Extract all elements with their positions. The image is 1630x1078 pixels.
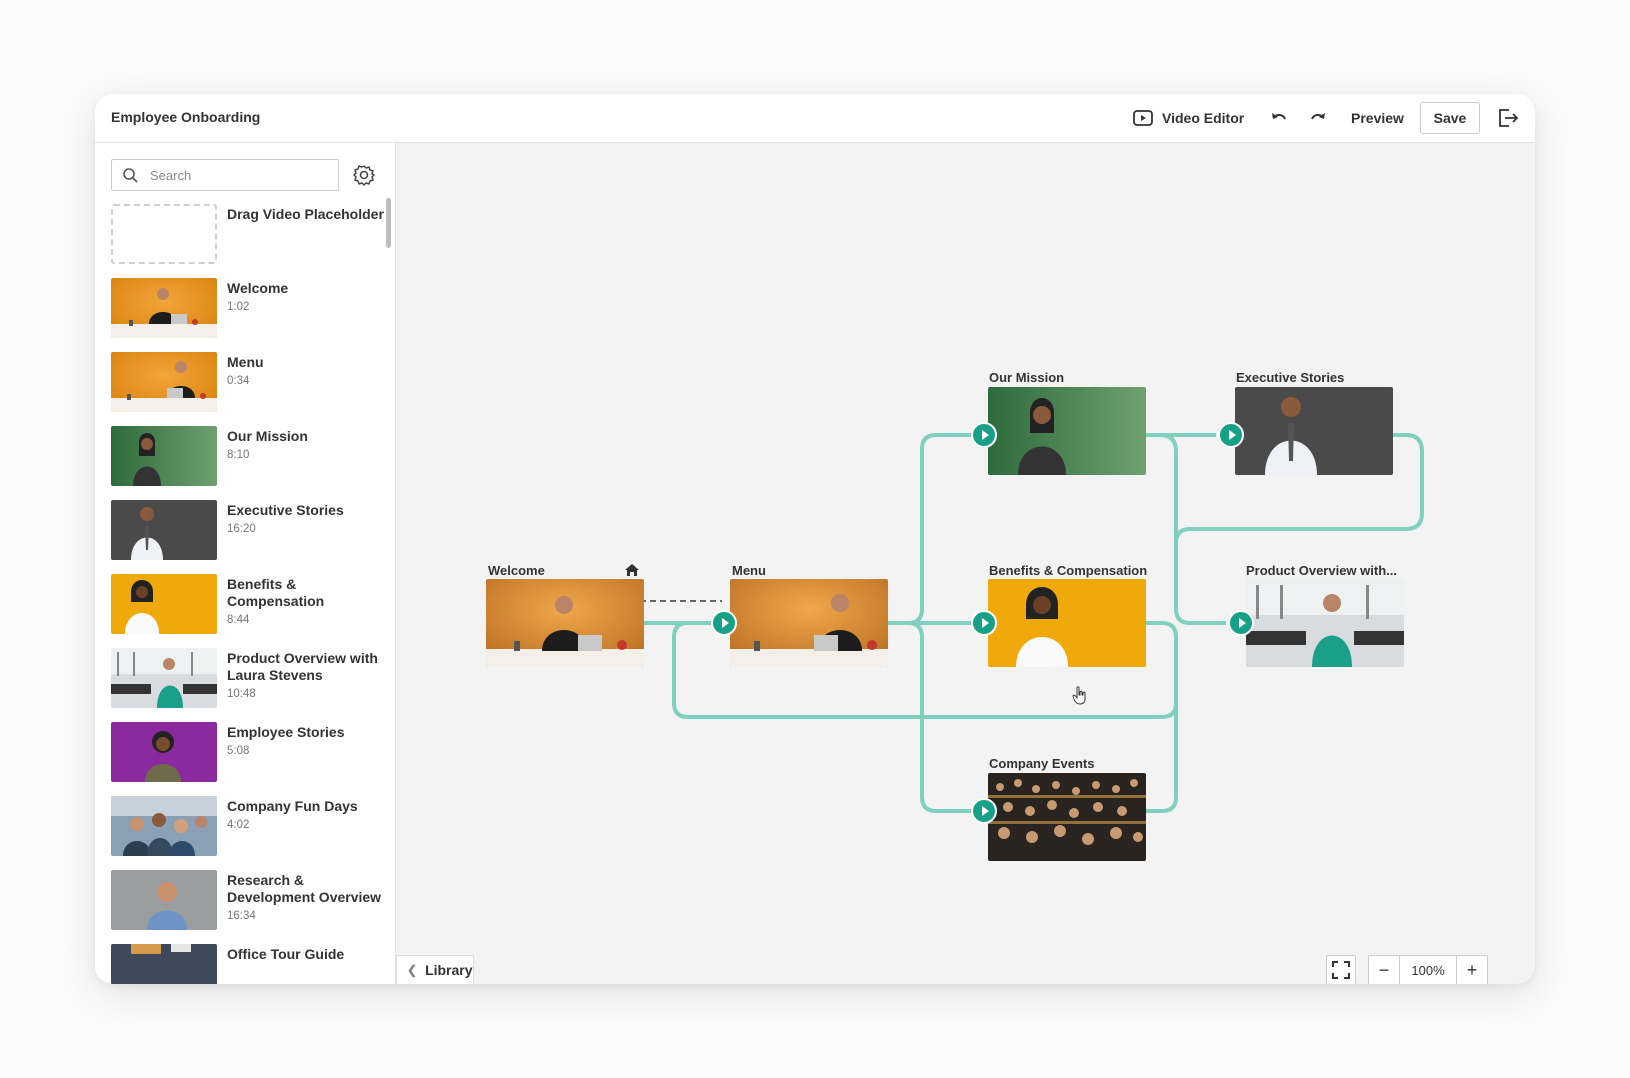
library-item-duration: 10:48 [227, 688, 256, 700]
undo-button[interactable] [1270, 106, 1288, 130]
library-item-product-overview[interactable]: Product Overview with Laura Stevens 10:4… [111, 648, 391, 710]
play-button-product-overview[interactable] [1228, 610, 1254, 636]
preview-button[interactable]: Preview [1351, 106, 1404, 130]
redo-icon [1311, 113, 1325, 120]
search-input[interactable] [148, 166, 322, 184]
hand-cursor-icon [1072, 686, 1086, 705]
undo-icon [1272, 113, 1286, 120]
fullscreen-icon [1332, 961, 1350, 979]
thumbnail [111, 944, 217, 984]
library-item-company-fun-days[interactable]: Company Fun Days 4:02 [111, 796, 391, 858]
play-button-benefits[interactable] [971, 610, 997, 636]
thumbnail [111, 648, 217, 708]
plus-icon: + [1466, 959, 1478, 980]
node-menu[interactable] [730, 579, 888, 667]
thumbnail [111, 352, 217, 412]
library-item-duration: 16:34 [227, 910, 256, 922]
node-company-events[interactable] [988, 773, 1146, 861]
video-placeholder-dropzone[interactable] [111, 204, 217, 264]
play-button-company-events[interactable] [971, 798, 997, 824]
library-item-employee-stories[interactable]: Employee Stories 5:08 [111, 722, 391, 784]
search-icon [123, 167, 138, 183]
zoom-out-button[interactable]: − [1369, 956, 1399, 984]
video-editor-button[interactable]: Video Editor [1133, 106, 1244, 130]
thumbnail [111, 870, 217, 930]
sidebar-scrollbar[interactable] [386, 198, 391, 248]
zoom-in-button[interactable]: + [1457, 956, 1487, 984]
library-item-welcome[interactable]: Welcome 1:02 [111, 278, 391, 340]
video-editor-label: Video Editor [1162, 110, 1245, 126]
minus-icon: − [1378, 959, 1390, 980]
zoom-level: 100% [1399, 956, 1457, 984]
library-item-duration: 1:02 [227, 301, 250, 313]
editor-window: Employee Onboarding Video Editor Preview… [95, 94, 1535, 984]
library-item-title: Our Mission [227, 428, 308, 444]
library-item-duration: 4:02 [227, 819, 250, 831]
node-label-product-overview: Product Overview with... [1246, 563, 1397, 578]
library-item-executive-stories[interactable]: Executive Stories 16:20 [111, 500, 391, 562]
node-label-our-mission: Our Mission [989, 370, 1065, 385]
library-item-title: Employee Stories [227, 724, 345, 740]
play-button-our-mission[interactable] [971, 422, 997, 448]
library-item-duration: 8:10 [227, 449, 250, 461]
exit-button[interactable] [1497, 106, 1519, 130]
fullscreen-button[interactable] [1326, 955, 1356, 984]
node-product-overview[interactable] [1246, 579, 1404, 667]
node-executive-stories[interactable] [1235, 387, 1393, 475]
settings-button[interactable] [353, 164, 375, 191]
library-sidebar: Drag Video Placeholder Welcome 1:02 Menu… [95, 143, 396, 984]
library-item-title: Research & Development Overview [227, 872, 382, 905]
redo-button[interactable] [1309, 106, 1327, 130]
library-item-our-mission[interactable]: Our Mission 8:10 [111, 426, 391, 488]
node-benefits[interactable] [988, 579, 1146, 667]
thumbnail [111, 796, 217, 856]
save-button[interactable]: Save [1420, 102, 1480, 134]
library-item-title: Benefits & Compensation [227, 576, 325, 609]
library-item-title: Product Overview with Laura Stevens [227, 650, 378, 683]
library-item-title: Executive Stories [227, 502, 344, 518]
thumbnail [111, 500, 217, 560]
chevron-left-icon: ❮ [407, 963, 418, 977]
node-label-company-events: Company Events [989, 756, 1095, 771]
node-label-welcome: Welcome [488, 563, 545, 578]
search-box[interactable] [111, 159, 339, 191]
video-icon [1133, 110, 1153, 126]
zoom-controls: − 100% + [1368, 955, 1488, 984]
library-item-duration: 16:20 [227, 523, 256, 535]
library-item-menu[interactable]: Menu 0:34 [111, 352, 391, 414]
library-toggle-button[interactable]: ❮ Library [396, 955, 474, 984]
library-item-title: Company Fun Days [227, 798, 358, 814]
play-button-menu[interactable] [711, 610, 737, 636]
thumbnail [111, 426, 217, 486]
play-button-executive-stories[interactable] [1218, 422, 1244, 448]
library-item-duration: 0:34 [227, 375, 250, 387]
library-item-title: Welcome [227, 280, 289, 296]
home-icon [625, 564, 639, 576]
thumbnail [111, 722, 217, 782]
library-item-duration: 5:08 [227, 745, 250, 757]
library-item-title: Office Tour Guide [227, 946, 345, 962]
node-label-executive-stories: Executive Stories [1236, 370, 1345, 385]
gear-icon [353, 165, 375, 186]
library-item-office-tour-guide[interactable]: Office Tour Guide [111, 944, 391, 984]
project-title: Employee Onboarding [111, 109, 261, 125]
thumbnail [111, 278, 217, 338]
library-label: Library [425, 962, 473, 978]
node-label-menu: Menu [732, 563, 766, 578]
node-welcome[interactable] [486, 579, 644, 667]
library-item-research-development[interactable]: Research & Development Overview 16:34 [111, 870, 391, 932]
flow-canvas[interactable]: Welcome Menu Our Mission Executive Stori… [396, 143, 1535, 984]
node-label-benefits: Benefits & Compensation [989, 563, 1148, 578]
exit-icon [1499, 109, 1519, 127]
node-our-mission[interactable] [988, 387, 1146, 475]
top-bar: Employee Onboarding Video Editor Preview… [95, 94, 1535, 143]
library-item-title: Menu [227, 354, 264, 370]
placeholder-label: Drag Video Placeholder [227, 206, 384, 222]
library-item-duration: 8:44 [227, 614, 250, 626]
library-item-benefits[interactable]: Benefits & Compensation 8:44 [111, 574, 391, 636]
thumbnail [111, 574, 217, 634]
